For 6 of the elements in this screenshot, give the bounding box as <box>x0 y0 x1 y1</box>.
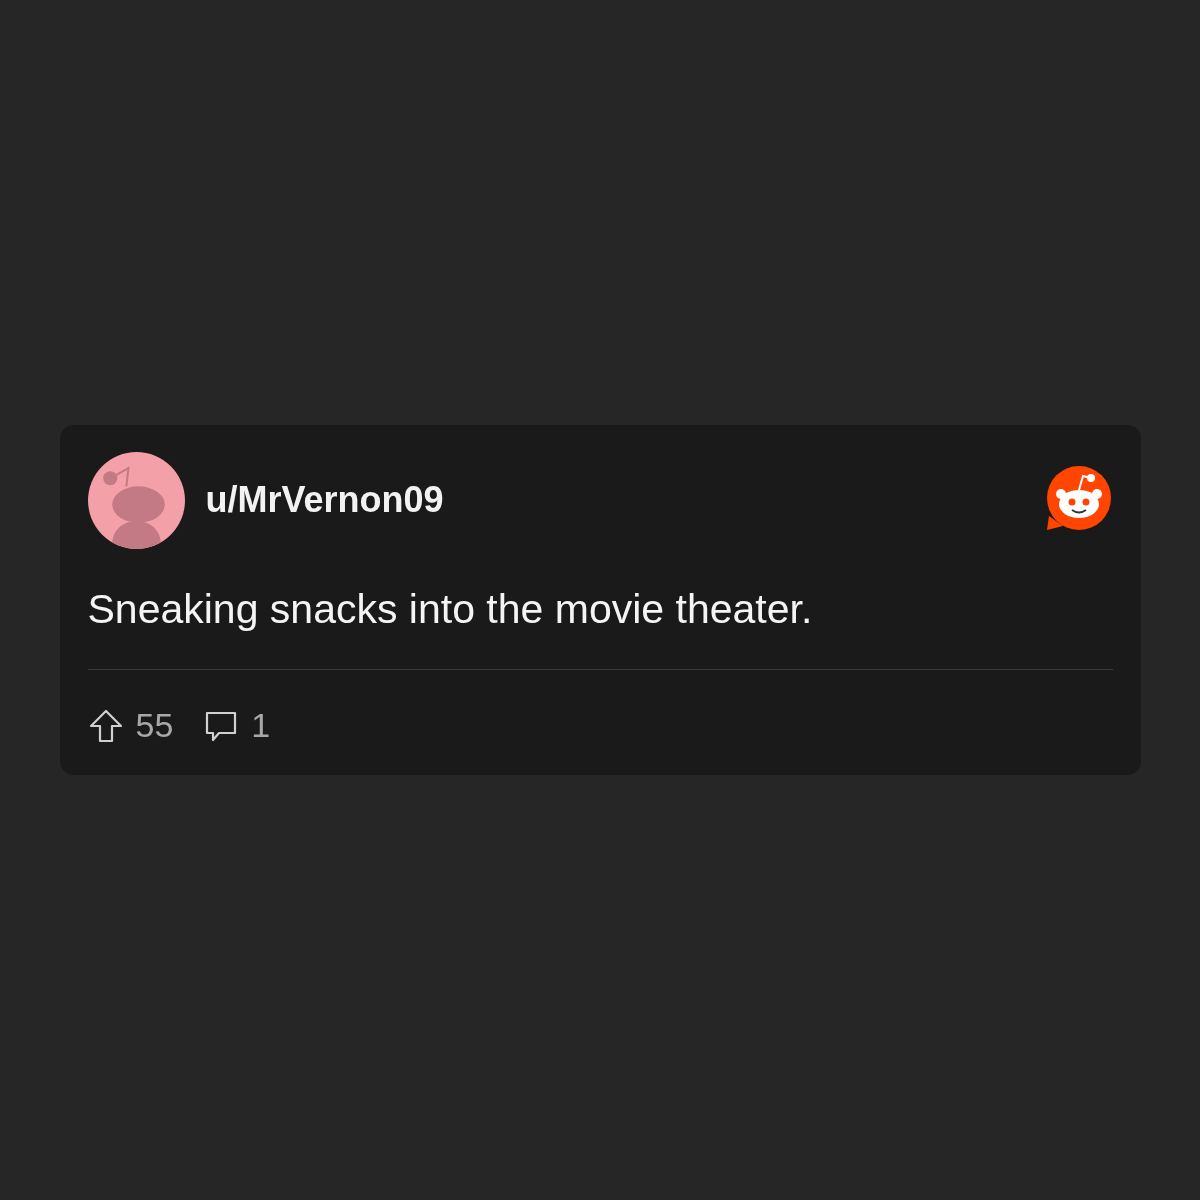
comment-count: 1 <box>251 706 271 746</box>
username[interactable]: u/MrVernon09 <box>205 479 1024 522</box>
avatar-icon <box>87 451 185 549</box>
upvote-icon[interactable] <box>87 707 124 744</box>
upvote-count: 55 <box>135 706 174 746</box>
post-text: Sneaking snacks into the movie theater. <box>87 584 814 634</box>
